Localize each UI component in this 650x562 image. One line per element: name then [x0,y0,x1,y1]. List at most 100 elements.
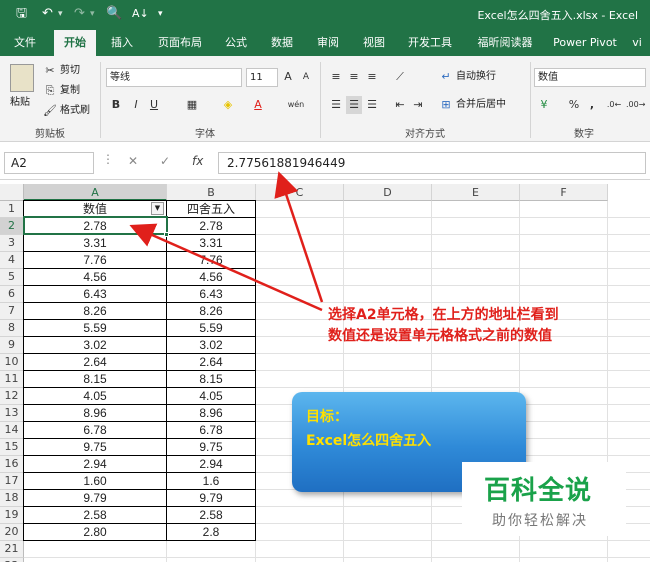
tab-home[interactable]: 开始 [54,30,96,56]
column-header-col-d[interactable]: D [344,184,432,201]
increase-font-icon[interactable]: A [280,68,296,86]
table-header-cell[interactable]: 四舍五入 [167,200,256,218]
filter-dropdown-icon[interactable]: ▼ [151,202,164,215]
font-color-icon[interactable]: A [250,96,266,114]
tab-view[interactable]: 视图 [354,30,394,56]
tab-insert[interactable]: 插入 [102,30,142,56]
table-cell[interactable]: 9.79 [167,490,256,507]
table-cell[interactable]: 2.78 [167,218,256,235]
row-header[interactable]: 5 [0,269,24,286]
tab-power-pivot[interactable]: Power Pivot [548,30,622,56]
table-cell[interactable]: 2.78 [23,218,167,235]
customize-qat-icon[interactable]: ▾ [158,6,163,22]
column-header-col-f[interactable]: F [520,184,608,201]
row-header[interactable]: 15 [0,439,24,456]
table-cell[interactable]: 2.94 [23,456,167,473]
sort-icon[interactable]: A↓ [132,6,149,22]
table-cell[interactable]: 9.79 [23,490,167,507]
font-name-select[interactable]: 等线 [106,68,242,87]
align-top-icon[interactable]: ≡ [328,68,344,86]
table-cell[interactable]: 9.75 [167,439,256,456]
row-header[interactable]: 18 [0,490,24,507]
table-cell[interactable]: 5.59 [167,320,256,337]
table-cell[interactable]: 3.02 [167,337,256,354]
copy-button[interactable]: 复制 [60,82,80,100]
table-cell[interactable]: 3.02 [23,337,167,354]
row-header[interactable]: 11 [0,371,24,388]
row-header[interactable]: 16 [0,456,24,473]
name-box[interactable]: A2 [4,152,94,174]
fill-handle[interactable] [164,232,169,237]
table-cell[interactable]: 8.96 [167,405,256,422]
row-header[interactable]: 9 [0,337,24,354]
italic-button[interactable]: I [128,96,144,114]
tab-page-layout[interactable]: 页面布局 [150,30,210,56]
phonetic-icon[interactable]: wén [286,96,306,114]
column-header-col-e[interactable]: E [432,184,520,201]
align-bottom-icon[interactable]: ≡ [364,68,380,86]
row-header[interactable]: 1 [0,201,24,218]
increase-indent-icon[interactable]: ⇥ [410,96,426,114]
underline-button[interactable]: U [146,96,162,114]
table-cell[interactable]: 3.31 [167,235,256,252]
tab-developer[interactable]: 开发工具 [400,30,460,56]
tab-foxit-reader[interactable]: 福昕阅读器 [468,30,542,56]
fill-color-icon[interactable]: ◈ [220,96,236,114]
cancel-entry-button[interactable]: ✕ [128,154,138,168]
table-cell[interactable]: 3.31 [23,235,167,252]
borders-icon[interactable]: ▦ [184,96,200,114]
table-cell[interactable]: 9.75 [23,439,167,456]
table-cell[interactable]: 8.96 [23,405,167,422]
paste-button[interactable]: 粘贴 [10,94,30,112]
tab-file[interactable]: 文件 [6,30,44,56]
table-cell[interactable]: 2.80 [23,524,167,541]
comma-button[interactable]: , [584,96,600,114]
align-middle-icon[interactable]: ≡ [346,68,362,86]
orientation-icon[interactable]: ⟋ [392,68,408,86]
row-header[interactable]: 19 [0,507,24,524]
percent-button[interactable]: % [566,96,582,114]
row-header[interactable]: 22 [0,558,24,562]
row-header[interactable]: 7 [0,303,24,320]
table-cell[interactable]: 4.56 [23,269,167,286]
tab-review[interactable]: 审阅 [308,30,348,56]
column-header-col-b[interactable]: B [167,184,256,201]
save-icon[interactable]: 🖫 [16,6,27,22]
table-cell[interactable]: 8.26 [167,303,256,320]
row-header[interactable]: 2 [0,218,24,235]
redo-dropdown-icon[interactable]: ▾ [90,6,95,22]
row-header[interactable]: 8 [0,320,24,337]
row-header[interactable]: 17 [0,473,24,490]
table-cell[interactable]: 6.78 [23,422,167,439]
table-cell[interactable]: 1.60 [23,473,167,490]
table-cell[interactable]: 6.43 [23,286,167,303]
row-header[interactable]: 6 [0,286,24,303]
select-all-corner[interactable] [0,184,24,201]
format-painter-button[interactable]: 格式刷 [60,102,90,120]
table-cell[interactable]: 5.59 [23,320,167,337]
tab-overflow[interactable]: vi [626,30,648,56]
print-preview-icon[interactable]: 🔍 [106,6,122,22]
table-cell[interactable]: 8.15 [23,371,167,388]
undo-dropdown-icon[interactable]: ▾ [58,6,63,22]
row-header[interactable]: 20 [0,524,24,541]
row-header[interactable]: 21 [0,541,24,558]
table-cell[interactable]: 8.26 [23,303,167,320]
table-header-cell[interactable]: 数值 [23,200,167,218]
merge-center-button[interactable]: 合并后居中 [456,96,506,114]
tab-formulas[interactable]: 公式 [216,30,256,56]
paste-icon[interactable] [10,64,34,92]
accounting-format-icon[interactable]: ¥ [536,96,552,114]
font-size-select[interactable]: 11 [246,68,278,87]
row-header[interactable]: 4 [0,252,24,269]
table-cell[interactable]: 4.56 [167,269,256,286]
redo-icon[interactable]: ↷ [74,6,85,22]
bold-button[interactable]: B [108,96,124,114]
align-center-icon[interactable]: ☰ [346,96,362,114]
wrap-text-button[interactable]: 自动换行 [456,68,496,86]
decrease-decimal-icon[interactable]: .00→ [626,96,645,114]
row-header[interactable]: 14 [0,422,24,439]
table-cell[interactable]: 6.78 [167,422,256,439]
table-cell[interactable]: 8.15 [167,371,256,388]
table-cell[interactable]: 7.76 [23,252,167,269]
